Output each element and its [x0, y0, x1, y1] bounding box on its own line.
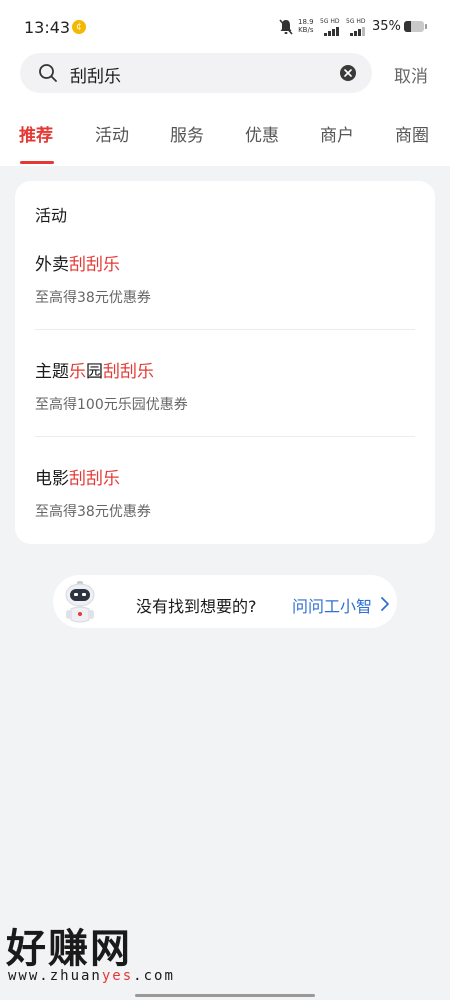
coin-notification-icon: ¢: [72, 20, 86, 34]
battery-tip: [425, 24, 427, 29]
search-input[interactable]: 刮刮乐: [70, 62, 121, 87]
tab-offers[interactable]: 优惠: [245, 121, 279, 146]
bell-muted-icon: [279, 19, 293, 35]
signal-sim1-icon: 5G HD: [320, 18, 344, 36]
signal-sim2-icon: 5G HD: [346, 18, 370, 36]
status-time: 13:43: [24, 18, 71, 37]
sim2-label: 5G HD: [346, 18, 366, 25]
result-title-text: 外卖: [35, 255, 69, 275]
home-indicator[interactable]: [135, 994, 315, 997]
tab-recommend[interactable]: 推荐: [19, 121, 53, 146]
result-subtitle: 至高得38元优惠券: [35, 504, 151, 520]
tab-districts[interactable]: 商圈: [395, 121, 429, 146]
watermark-url-highlight: yes: [101, 968, 134, 984]
result-subtitle: 至高得38元优惠券: [35, 290, 151, 306]
result-title-text: 电影: [35, 469, 69, 489]
network-speed-unit: KB/s: [298, 26, 314, 34]
result-subtitle: 至高得100元乐园优惠券: [35, 397, 188, 413]
watermark-brand: 好赚网: [6, 926, 132, 972]
status-bar: 13:43 ¢ 18.9 KB/s 5G HD 5G HD 35%: [0, 0, 450, 52]
tab-activity[interactable]: 活动: [95, 121, 129, 146]
result-title-highlight: 乐: [69, 362, 86, 382]
divider: [35, 436, 415, 437]
tab-merchants[interactable]: 商户: [320, 121, 354, 146]
watermark-url-text: www.zhuan: [8, 968, 102, 984]
battery-icon: [404, 21, 424, 32]
ask-assistant-link[interactable]: 问问工小智: [292, 593, 372, 617]
assistant-prompt: 没有找到想要的?: [136, 597, 257, 616]
result-title-highlight: 刮刮乐: [69, 255, 120, 275]
result-title-text: 主题: [35, 362, 69, 382]
clear-search-icon[interactable]: [339, 64, 357, 82]
search-icon: [39, 64, 57, 82]
battery-percent: 35%: [372, 19, 401, 34]
result-title-text: 园: [86, 362, 103, 382]
result-title-highlight: 刮刮乐: [103, 362, 154, 382]
section-title: 活动: [35, 206, 68, 225]
network-speed: 18.9 KB/s: [298, 18, 314, 34]
active-tab-indicator: [20, 161, 54, 164]
cancel-button[interactable]: 取消: [394, 62, 428, 87]
robot-assistant-icon: [65, 581, 95, 623]
chevron-right-icon: [381, 597, 389, 611]
sim1-label: 5G HD: [320, 18, 340, 25]
divider: [35, 329, 415, 330]
battery-fill: [404, 21, 411, 32]
network-speed-value: 18.9: [298, 18, 314, 26]
tab-services[interactable]: 服务: [170, 121, 204, 146]
result-title-highlight: 刮刮乐: [69, 469, 120, 489]
result-item-takeout[interactable]: 外卖刮刮乐: [35, 250, 120, 275]
result-item-movie[interactable]: 电影刮刮乐: [35, 464, 120, 489]
watermark-url-text: .com: [133, 968, 175, 984]
watermark-url: www.zhuanyes.com: [8, 968, 175, 984]
result-item-theme-park[interactable]: 主题乐园刮刮乐: [35, 357, 154, 382]
